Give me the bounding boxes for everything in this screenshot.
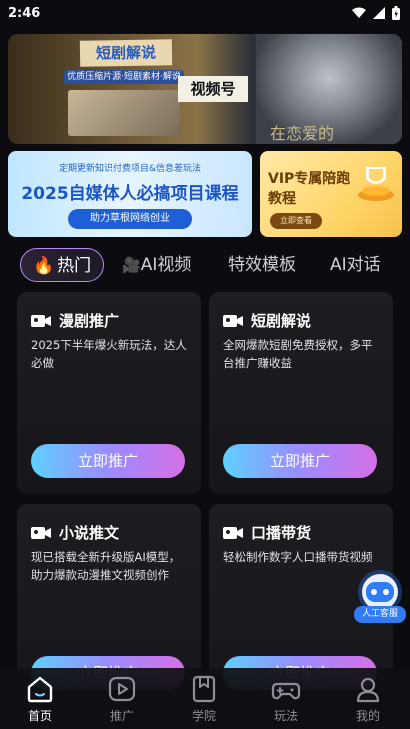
tab-hot-label: 热门 bbox=[57, 256, 92, 276]
tabbar-academy-label: 学院 bbox=[191, 709, 216, 723]
tab-ai-chat[interactable]: AI对话 bbox=[330, 248, 381, 282]
video-camera-icon bbox=[31, 526, 51, 539]
home-icon bbox=[27, 676, 53, 703]
tabbar-academy[interactable]: 学院 bbox=[174, 674, 234, 724]
tab-effect-templates[interactable]: 特效模板 bbox=[228, 248, 296, 282]
card-description: 2025下半年爆火新玩法，达人必做 bbox=[31, 338, 187, 370]
wifi-icon bbox=[352, 7, 366, 18]
card-title: 口播带货 bbox=[251, 524, 312, 542]
promote-button[interactable]: 立即推广 bbox=[223, 444, 377, 478]
banner-left-subtitle: 优质压缩片源·短剧素材·解说 bbox=[64, 70, 184, 84]
card-head: 口播带货 bbox=[223, 522, 311, 543]
user-icon bbox=[356, 677, 380, 703]
vip-banner-button[interactable]: 立即查看 bbox=[270, 213, 322, 229]
tabbar-promote-label: 推广 bbox=[109, 709, 134, 723]
promo-course-top-text: 定期更新知识付费项目&信息差玩法 bbox=[58, 164, 202, 174]
tab-ai-video[interactable]: 🎥AI视频 bbox=[122, 248, 191, 282]
tabbar-profile-label: 我的 bbox=[355, 709, 380, 723]
card-title: 短剧解说 bbox=[251, 312, 312, 330]
tabbar-gameplay[interactable]: 玩法 bbox=[256, 674, 316, 724]
status-bar: 2:46 bbox=[0, 0, 410, 26]
camera-icon: 🎥 bbox=[122, 256, 141, 274]
card-title: 漫剧推广 bbox=[59, 312, 120, 330]
video-camera-icon bbox=[223, 314, 243, 327]
banner-left-image bbox=[68, 90, 180, 136]
promo-course-banner[interactable]: 定期更新知识付费项目&信息差玩法 2025自媒体人必搞项目课程 助力草根网络创业 bbox=[8, 151, 252, 237]
card-manju-promo[interactable]: 漫剧推广 2025下半年爆火新玩法，达人必做 立即推广 bbox=[17, 292, 201, 494]
banner-right-text: 在恋爱的 bbox=[270, 124, 335, 143]
video-camera-icon bbox=[223, 526, 243, 539]
tabbar-home-label: 首页 bbox=[27, 709, 52, 723]
tabbar-home[interactable]: 首页 bbox=[10, 674, 70, 724]
gamepad-icon bbox=[271, 682, 301, 700]
trophy-icon bbox=[358, 167, 394, 201]
card-head: 漫剧推广 bbox=[31, 310, 119, 331]
bottom-tab-bar: 首页 推广 学院 玩法 我的 bbox=[0, 668, 410, 729]
play-icon bbox=[108, 676, 136, 702]
tabbar-profile[interactable]: 我的 bbox=[338, 674, 398, 724]
tabbar-gameplay-label: 玩法 bbox=[273, 709, 298, 723]
video-camera-icon bbox=[31, 314, 51, 327]
fire-icon: 🔥 bbox=[33, 256, 55, 276]
tab-ai-video-label: AI视频 bbox=[140, 255, 192, 275]
card-description: 全网爆款短剧免费授权，多平台推广赚收益 bbox=[223, 338, 373, 370]
card-short-drama[interactable]: 短剧解说 全网爆款短剧免费授权，多平台推广赚收益 立即推广 bbox=[209, 292, 393, 494]
promote-button[interactable]: 立即推广 bbox=[31, 444, 185, 478]
banner-carousel[interactable]: 短剧解说 优质压缩片源·短剧素材·解说 视频号 在恋爱的 bbox=[8, 34, 402, 144]
promo-course-title: 2025自媒体人必搞项目课程 bbox=[21, 184, 239, 204]
banner-left-title: 短剧解说 bbox=[79, 39, 173, 67]
card-head: 短剧解说 bbox=[223, 310, 311, 331]
bookmark-icon bbox=[192, 675, 216, 703]
signal-icon bbox=[373, 7, 385, 19]
tab-ai-chat-label: AI对话 bbox=[330, 255, 381, 275]
tab-hot[interactable]: 🔥 热门 bbox=[20, 248, 105, 282]
battery-icon bbox=[392, 6, 400, 20]
tabbar-promote[interactable]: 推广 bbox=[92, 674, 152, 724]
category-tabs: 🔥 热门 🎥AI视频 特效模板 AI对话 bbox=[0, 248, 410, 286]
status-time: 2:46 bbox=[8, 5, 41, 21]
card-title: 小说推文 bbox=[59, 524, 120, 542]
card-head: 小说推文 bbox=[31, 522, 119, 543]
customer-service-button[interactable]: 人工客服 bbox=[354, 606, 406, 623]
status-icons bbox=[351, 6, 400, 20]
banner-mid-title: 视频号 bbox=[178, 76, 248, 102]
card-description: 轻松制作数字人口播带货视频 bbox=[223, 550, 373, 564]
tab-effect-templates-label: 特效模板 bbox=[228, 255, 296, 275]
vip-banner[interactable]: VIP专属陪跑教程 立即查看 bbox=[260, 151, 402, 237]
vip-banner-title: VIP专属陪跑教程 bbox=[268, 171, 351, 207]
promo-course-button[interactable]: 助力草根网络创业 bbox=[68, 209, 192, 229]
card-description: 现已搭载全新升级版AI模型，助力爆款动漫推文视频创作 bbox=[31, 550, 181, 582]
